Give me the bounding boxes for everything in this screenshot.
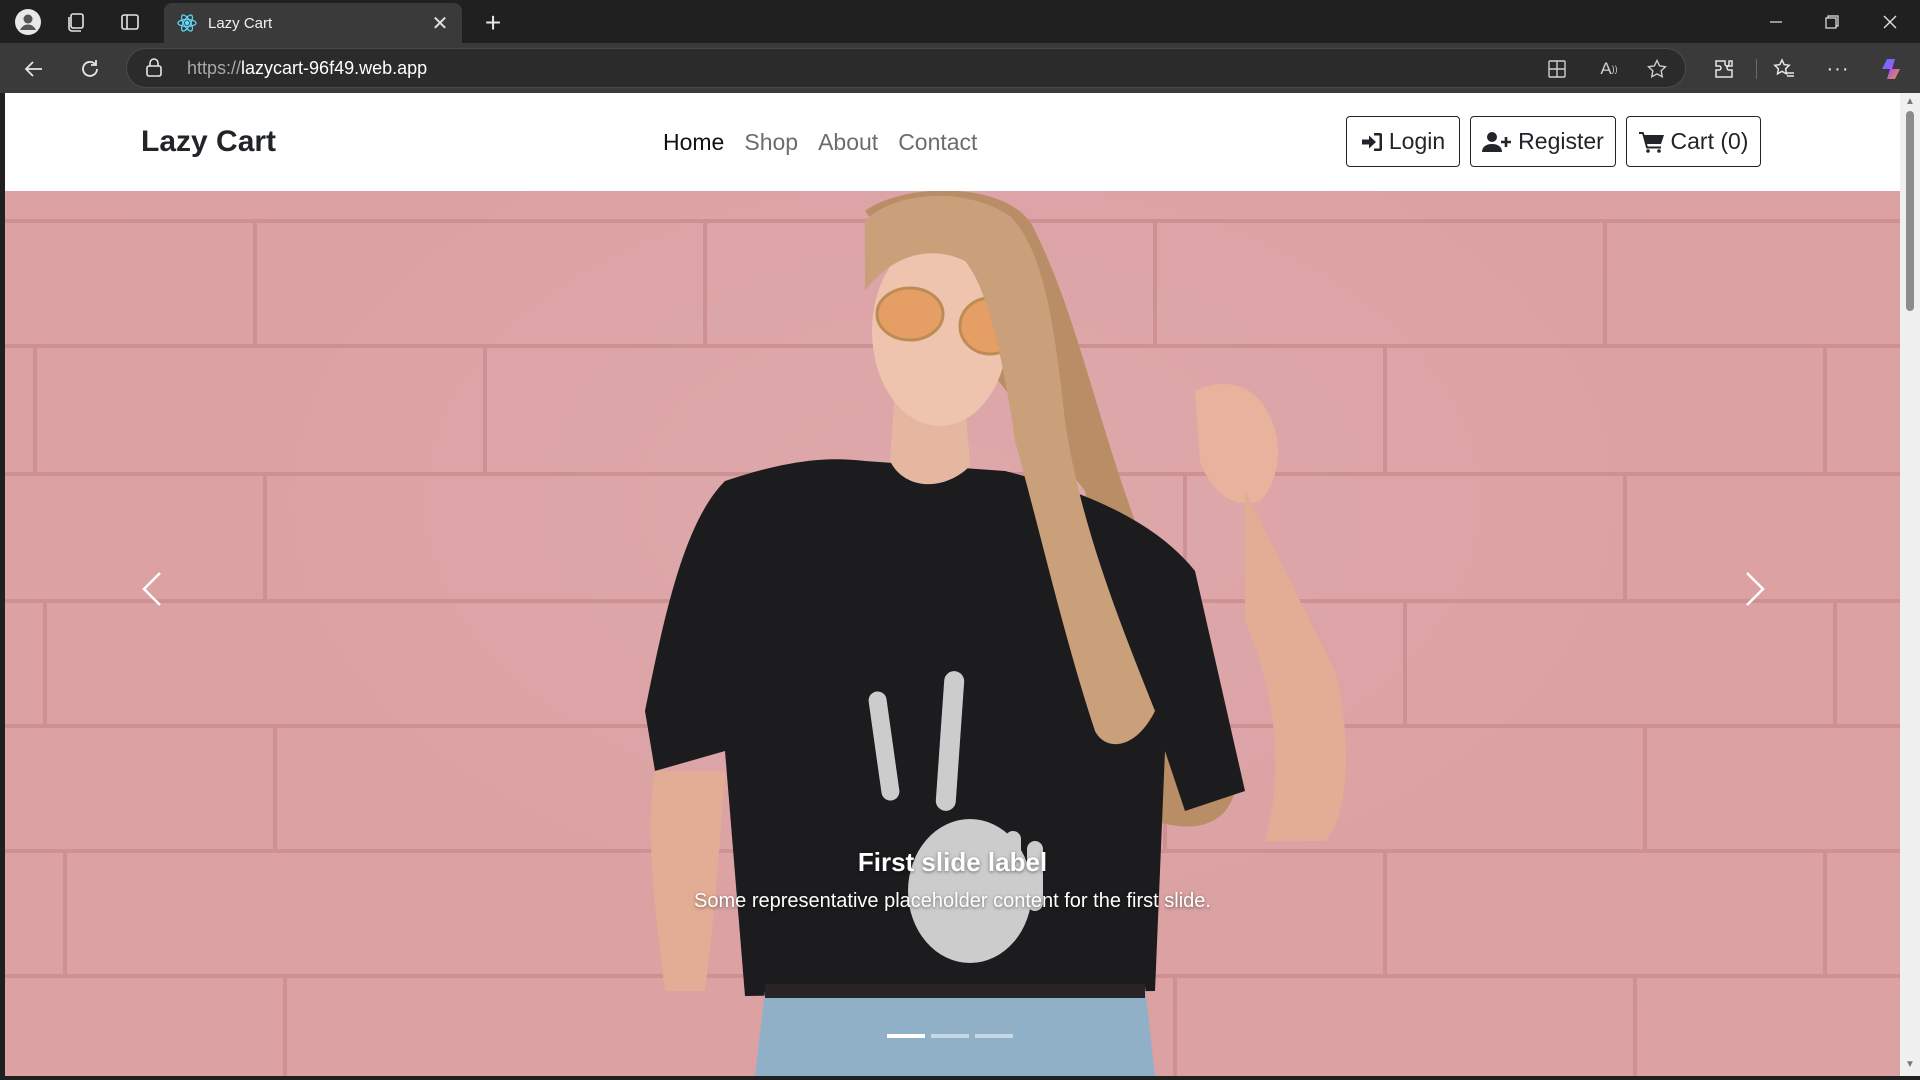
nav-link-shop[interactable]: Shop [744,129,798,156]
page-viewport: Lazy Cart Home Shop About Contact Login … [5,93,1900,1076]
vertical-tabs-icon[interactable] [114,6,146,38]
profile-icon[interactable] [12,6,44,38]
address-bar[interactable]: https://lazycart-96f49.web.app A)) [126,48,1686,88]
brand-logo[interactable]: Lazy Cart [141,93,276,191]
nav-link-about[interactable]: About [818,129,878,156]
hero-model-image [645,191,1346,1076]
cart-label: Cart (0) [1670,128,1749,154]
nav-link-home[interactable]: Home [663,129,724,156]
user-plus-icon [1482,131,1512,153]
tab-title: Lazy Cart [208,14,273,32]
chevron-right-icon [1744,571,1766,612]
url-text[interactable]: https://lazycart-96f49.web.app [187,49,427,87]
close-window-icon[interactable] [1862,0,1918,43]
carousel-indicator-3[interactable] [975,1034,1013,1038]
site-navbar: Lazy Cart Home Shop About Contact Login … [5,93,1900,191]
nav-link-contact[interactable]: Contact [898,129,977,156]
lock-icon[interactable] [145,58,165,78]
main-menu: Home Shop About Contact [663,93,977,191]
read-aloud-icon[interactable]: A)) [1595,55,1623,83]
favorite-star-icon[interactable] [1643,55,1671,83]
extensions-icon[interactable] [1706,51,1742,87]
window-bottom-edge [0,1076,1920,1080]
minimize-icon[interactable] [1748,0,1804,43]
slide-caption-text: Some representative placeholder content … [694,890,1211,912]
carousel-indicator-2[interactable] [931,1034,969,1038]
favorites-icon[interactable] [1766,51,1802,87]
react-favicon-icon [176,12,198,34]
page-scrollbar[interactable]: ▲ ▼ [1900,93,1920,1076]
more-options-icon[interactable]: ··· [1820,51,1856,87]
carousel-next-button[interactable] [1715,551,1795,631]
register-button[interactable]: Register [1470,116,1616,167]
scrollbar-thumb[interactable] [1906,111,1914,311]
carousel-indicator-1[interactable] [887,1034,925,1038]
app-available-icon[interactable] [1543,55,1571,83]
login-icon [1361,132,1383,152]
login-label: Login [1388,128,1446,154]
copilot-icon[interactable] [1874,51,1910,87]
slide-caption-title: First slide label [857,847,1048,877]
close-tab-icon[interactable]: ✕ [426,9,454,37]
carousel-indicators [887,1034,1013,1038]
chevron-left-icon [141,571,163,612]
url-host: lazycart-96f49.web.app [241,58,428,78]
refresh-icon[interactable] [72,51,108,87]
browser-toolbar: https://lazycart-96f49.web.app A)) ··· [0,43,1920,93]
workspaces-icon[interactable] [60,6,92,38]
cart-icon [1638,131,1665,153]
register-label: Register [1518,128,1604,154]
new-tab-icon[interactable]: + [476,6,510,40]
scroll-down-icon[interactable]: ▼ [1904,1059,1916,1071]
browser-titlebar: Lazy Cart ✕ + [0,0,1920,43]
hero-carousel: First slide label Some representative pl… [5,191,1900,1076]
cart-button[interactable]: Cart (0) [1626,116,1761,167]
restore-icon[interactable] [1804,0,1860,43]
carousel-prev-button[interactable] [112,551,192,631]
browser-tab-active[interactable]: Lazy Cart ✕ [164,3,462,43]
url-protocol: https:// [187,58,242,78]
login-button[interactable]: Login [1346,116,1460,167]
scroll-up-icon[interactable]: ▲ [1904,96,1916,108]
toolbar-separator [1756,59,1757,79]
back-icon[interactable] [16,51,52,87]
